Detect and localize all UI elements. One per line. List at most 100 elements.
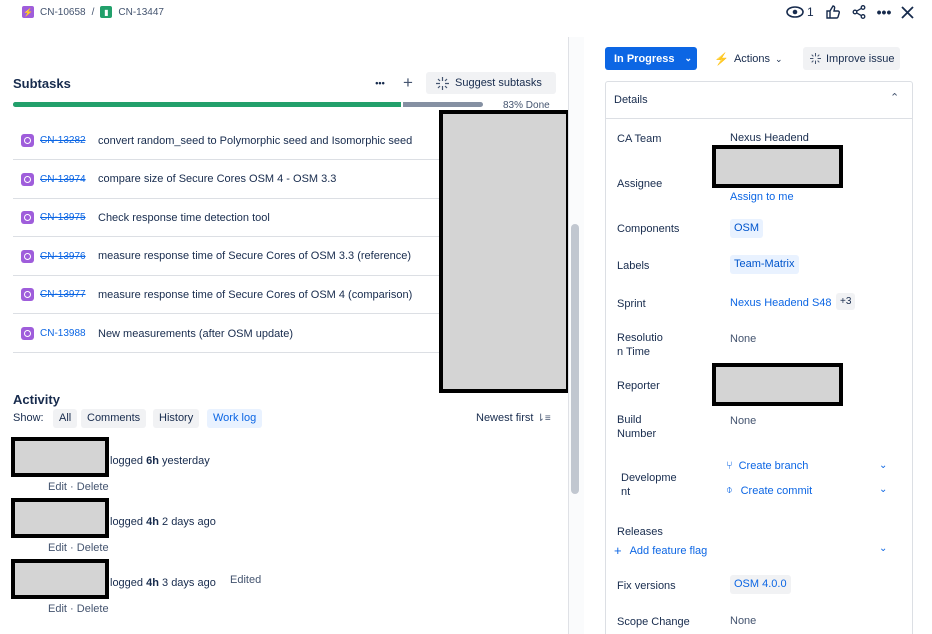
subtask-row[interactable]: CN-13974 compare size of Secure Cores OSM…: [13, 161, 439, 199]
edit-link[interactable]: Edit: [48, 603, 67, 615]
subtask-key[interactable]: CN-13988: [40, 328, 98, 339]
subtask-summary[interactable]: measure response time of Secure Cores of…: [98, 250, 411, 262]
actions-button[interactable]: ⚡ Actions ⌄: [714, 49, 783, 69]
delete-link[interactable]: Delete: [77, 542, 109, 554]
worklog-text: logged 4h 3 days ago: [110, 577, 216, 589]
subtask-summary[interactable]: measure response time of Secure Cores of…: [98, 289, 412, 301]
sprint-more-chip[interactable]: +3: [836, 293, 856, 310]
subtask-icon: [21, 134, 34, 147]
label-tag[interactable]: Team-Matrix: [730, 255, 799, 274]
fix-versions-label: Fix versions: [617, 580, 676, 592]
subtask-key[interactable]: CN-13282: [40, 135, 98, 146]
subtask-summary[interactable]: Check response time detection tool: [98, 212, 270, 224]
activity-show-label: Show:: [13, 412, 44, 424]
breadcrumb: ⚡ CN-10658 / ▮ CN-13447: [22, 5, 164, 19]
create-commit-label: Create commit: [740, 484, 813, 497]
story-icon: ▮: [100, 6, 113, 18]
status-button[interactable]: In Progress ⌄: [605, 47, 697, 70]
improve-issue-label: Improve issue: [826, 52, 895, 65]
subtask-summary[interactable]: compare size of Secure Cores OSM 4 - OSM…: [98, 173, 336, 185]
progress-fill: [13, 102, 404, 107]
subtasks-progress-bar: [13, 102, 483, 107]
improve-issue-button[interactable]: Improve issue: [803, 47, 900, 70]
sprint-link[interactable]: Nexus Headend S48: [730, 296, 832, 310]
subtask-row[interactable]: CN-13988 New measurements (after OSM upda…: [13, 315, 439, 353]
subtask-summary[interactable]: New measurements (after OSM update): [98, 328, 293, 340]
subtask-icon: [21, 211, 34, 225]
filter-comments[interactable]: Comments: [81, 409, 147, 428]
details-header[interactable]: Details ⌃: [606, 82, 912, 119]
suggest-subtasks-button[interactable]: Suggest subtasks: [426, 72, 556, 94]
reporter-redacted: [712, 363, 843, 406]
create-commit-link[interactable]: ⌽ Create commit: [726, 484, 812, 497]
build-number-label-line2: Number: [617, 428, 657, 440]
create-branch-link[interactable]: ⑂ Create branch: [726, 460, 808, 472]
plus-icon: +: [403, 73, 413, 92]
filter-all[interactable]: All: [53, 409, 78, 428]
share-button[interactable]: [851, 4, 867, 20]
sort-icon: ⇂≡: [536, 412, 551, 424]
subtask-summary[interactable]: convert random_seed to Polymorphic seed …: [98, 135, 412, 147]
resolution-time-label-line1: Resolutio: [617, 332, 663, 344]
breadcrumb-parent-link[interactable]: CN-10658: [40, 7, 86, 18]
sprint-label: Sprint: [617, 298, 646, 310]
add-subtask-button[interactable]: +: [400, 73, 416, 92]
subtasks-more-button[interactable]: •••: [372, 76, 388, 90]
fix-version-tag[interactable]: OSM 4.0.0: [730, 575, 791, 594]
edit-link[interactable]: Edit: [48, 481, 67, 493]
worklog-verb: logged: [110, 577, 144, 589]
worklog-actions: Edit · Delete: [48, 481, 109, 493]
subtask-row[interactable]: CN-13975 Check response time detection to…: [13, 199, 439, 238]
watch-button[interactable]: 1: [786, 4, 814, 20]
subtask-key[interactable]: CN-13974: [40, 174, 98, 185]
action-separator: ·: [70, 603, 74, 615]
sort-button[interactable]: Newest first ⇂≡: [476, 412, 551, 424]
reporter-label: Reporter: [617, 380, 660, 392]
component-tag[interactable]: OSM: [730, 219, 764, 238]
filter-work-log[interactable]: Work log: [207, 409, 263, 428]
sparkle-icon: [810, 53, 821, 64]
subtask-row[interactable]: CN-13977 measure response time of Secure …: [13, 276, 439, 315]
scope-change-value: None: [730, 615, 757, 627]
worklog-time: 3 days ago: [162, 577, 216, 589]
ca-team-label: CA Team: [617, 133, 662, 145]
subtask-row[interactable]: CN-13282 convert random_seed to Polymorph…: [13, 122, 439, 160]
scrollbar-thumb[interactable]: [571, 224, 579, 494]
delete-link[interactable]: Delete: [77, 481, 109, 493]
subtask-icon: [21, 327, 34, 340]
breadcrumb-separator: /: [91, 6, 95, 18]
chevron-down-icon[interactable]: ⌄: [879, 460, 887, 471]
like-button[interactable]: [825, 4, 841, 20]
worklog-verb: logged: [110, 516, 144, 528]
development-label-line2: nt: [621, 486, 631, 498]
breadcrumb-issue-link[interactable]: CN-13447: [118, 7, 164, 18]
suggest-subtasks-label: Suggest subtasks: [455, 77, 542, 89]
more-actions-button[interactable]: •••: [875, 4, 893, 20]
delete-link[interactable]: Delete: [77, 603, 109, 615]
watch-count: 1: [807, 5, 814, 19]
chevron-down-icon[interactable]: ⌄: [879, 543, 887, 554]
sparkle-icon: [436, 76, 449, 90]
actions-label: Actions: [733, 53, 771, 65]
action-separator: ·: [70, 481, 74, 493]
close-button[interactable]: [899, 4, 915, 20]
subtask-row[interactable]: CN-13976 measure response time of Secure …: [13, 238, 439, 276]
branch-icon: ⑂: [726, 460, 733, 472]
ca-team-value[interactable]: Nexus Headend: [730, 131, 809, 145]
assign-to-me-link[interactable]: Assign to me: [730, 190, 794, 204]
assignee-label: Assignee: [617, 178, 663, 190]
subtask-key[interactable]: CN-13977: [40, 289, 98, 300]
filter-history[interactable]: History: [153, 409, 200, 428]
subtask-icon: [21, 172, 34, 186]
activity-title: Activity: [13, 392, 60, 407]
edit-link[interactable]: Edit: [48, 542, 67, 554]
details-title: Details: [614, 94, 648, 106]
subtask-key[interactable]: CN-13976: [40, 251, 98, 262]
subtask-key[interactable]: CN-13975: [40, 212, 98, 223]
commit-icon: ⌽: [726, 484, 733, 496]
labels-label: Labels: [617, 260, 650, 272]
chevron-down-icon[interactable]: ⌄: [879, 484, 887, 495]
more-icon: •••: [375, 78, 385, 88]
add-feature-flag-link[interactable]: + Add feature flag: [614, 543, 707, 558]
subtask-icon: [21, 249, 34, 263]
